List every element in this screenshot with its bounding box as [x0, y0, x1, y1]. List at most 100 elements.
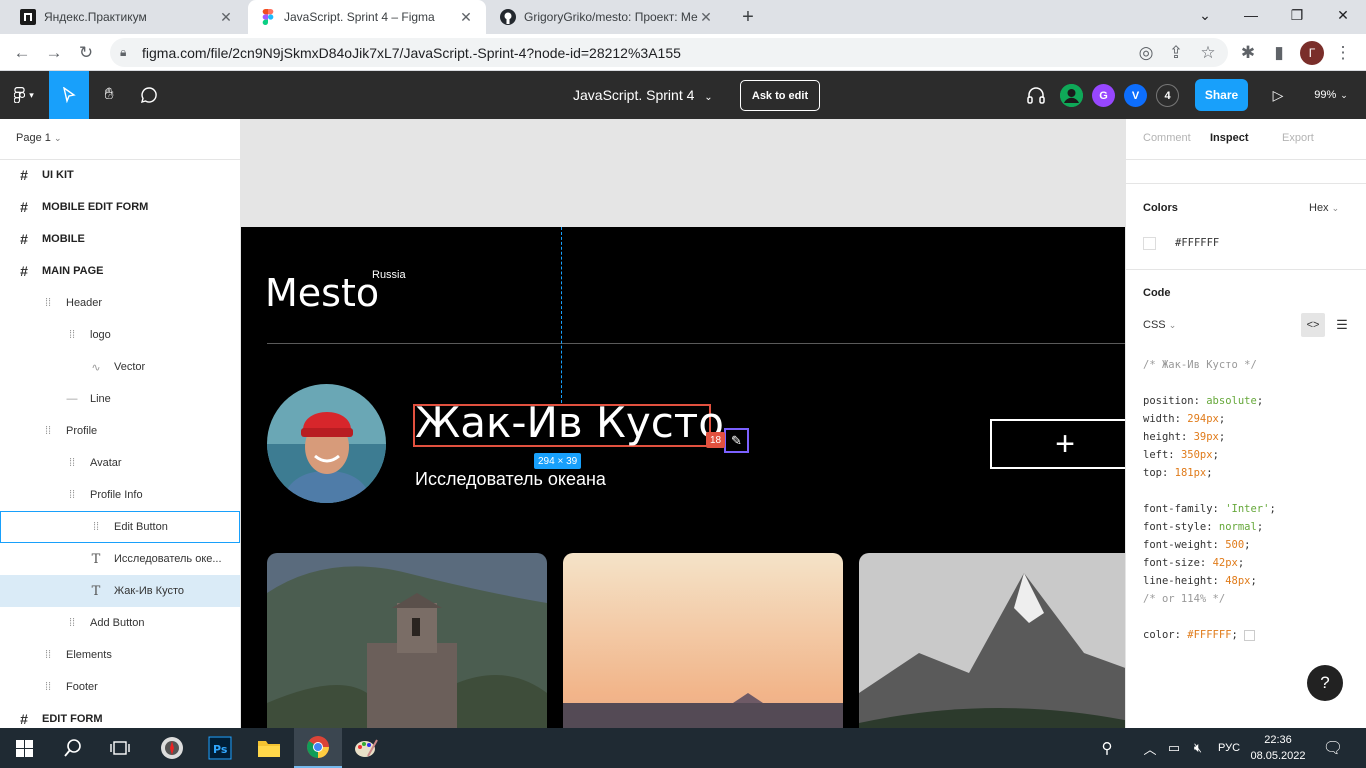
layer-row[interactable]: # UI KIT	[0, 159, 240, 191]
tab-inspect[interactable]: Inspect	[1210, 132, 1249, 144]
code-view-icon[interactable]: <>	[1301, 313, 1325, 337]
profile-about[interactable]: Исследователь океана	[415, 469, 606, 490]
eye-off-icon[interactable]: ◎	[1133, 40, 1159, 66]
sidebar-icon[interactable]: ▮	[1266, 40, 1292, 66]
paint-icon[interactable]	[342, 728, 390, 768]
yandex-browser-icon[interactable]	[148, 728, 196, 768]
css-property: width	[1143, 413, 1175, 425]
audio-headphones-icon[interactable]	[1022, 71, 1050, 119]
color-swatch	[1243, 629, 1255, 641]
card-image[interactable]	[859, 553, 1125, 728]
layer-row[interactable]: # MOBILE EDIT FORM	[0, 191, 240, 223]
ask-to-edit-button[interactable]: Ask to edit	[740, 80, 820, 111]
viewer-count-badge[interactable]: 4	[1156, 84, 1179, 107]
search-icon[interactable]	[48, 728, 96, 768]
people-icon[interactable]: ⚲	[1092, 728, 1122, 768]
present-play-icon[interactable]: ▷	[1264, 71, 1292, 119]
tab-export[interactable]: Export	[1282, 132, 1314, 144]
layer-row[interactable]: T Жак-Ив Кусто	[0, 575, 240, 607]
layer-row[interactable]: — Line	[0, 383, 240, 415]
close-icon[interactable]: ✕	[218, 9, 234, 26]
color-format-select[interactable]: Hex ⌄	[1309, 202, 1339, 214]
page-selector[interactable]: Page 1 ⌄	[16, 132, 61, 144]
close-window-button[interactable]: ✕	[1320, 0, 1366, 30]
document-title[interactable]: JavaScript. Sprint 4 ⌄	[573, 87, 713, 103]
edit-button[interactable]: ✎	[724, 428, 749, 453]
layer-row[interactable]: ⁞⁞ Edit Button	[0, 511, 240, 543]
code-language-select[interactable]: CSS ⌄	[1143, 319, 1176, 331]
mesto-logo[interactable]: Mesto	[265, 271, 379, 315]
system-clock[interactable]: 22:36 08.05.2022	[1250, 732, 1306, 764]
close-icon[interactable]: ✕	[458, 9, 474, 26]
bookmark-star-icon[interactable]: ☆	[1195, 40, 1221, 66]
back-icon[interactable]: ←	[9, 40, 35, 66]
layer-row[interactable]: # EDIT FORM	[0, 703, 240, 728]
url-field[interactable]: 🔒︎ figma.com/file/2cn9N9jSkmxD84oJik7xL7…	[110, 38, 1228, 67]
group-icon: ⁞⁞	[44, 681, 52, 693]
card-image[interactable]	[563, 553, 843, 728]
layer-row[interactable]: ⁞⁞ Profile	[0, 415, 240, 447]
layer-row[interactable]: ⁞⁞ Header	[0, 287, 240, 319]
reload-icon[interactable]: ↻	[73, 40, 99, 66]
share-page-icon[interactable]: ⇪	[1163, 40, 1189, 66]
new-tab-button[interactable]: +	[735, 4, 761, 30]
tab-comment[interactable]: Comment	[1143, 132, 1191, 144]
figma-canvas[interactable]: Mesto Russia Жак-Ив Кусто ✎ 18 Исследова…	[241, 119, 1125, 728]
battery-icon[interactable]: ▭	[1162, 728, 1186, 768]
photoshop-icon[interactable]: Ps	[196, 728, 244, 768]
list-view-icon[interactable]: ☰	[1330, 313, 1354, 337]
file-explorer-icon[interactable]	[245, 728, 293, 768]
profile-avatar-image[interactable]	[267, 384, 386, 503]
share-button[interactable]: Share	[1195, 79, 1248, 111]
layer-row[interactable]: ⁞⁞ Profile Info	[0, 479, 240, 511]
color-value[interactable]: #FFFFFF	[1175, 237, 1219, 249]
avatar[interactable]	[1060, 84, 1083, 107]
tab-figma[interactable]: JavaScript. Sprint 4 – Figma ✕	[248, 0, 486, 34]
forward-icon[interactable]: →	[41, 40, 67, 66]
layer-row[interactable]: ⁞⁞ Footer	[0, 671, 240, 703]
task-view-icon[interactable]	[96, 728, 144, 768]
tab-github[interactable]: GrigoryGriko/mesto: Проект: Ме ✕	[488, 0, 726, 34]
help-button[interactable]: ?	[1307, 665, 1343, 701]
layer-row[interactable]: ⁞⁞ logo	[0, 319, 240, 351]
figma-menu-icon[interactable]: ▾	[0, 71, 48, 119]
layer-row[interactable]: # MAIN PAGE	[0, 255, 240, 287]
layer-row[interactable]: ⁞⁞ Avatar	[0, 447, 240, 479]
profile-name[interactable]: Жак-Ив Кусто	[415, 399, 724, 447]
frame-icon: #	[20, 199, 28, 215]
menu-kebab-icon[interactable]: ⋮	[1330, 40, 1356, 66]
zoom-control[interactable]: 99% ⌄	[1306, 71, 1356, 119]
tab-title: Яндекс.Практикум	[44, 10, 147, 24]
volume-muted-icon[interactable]: 🔇︎	[1186, 728, 1210, 768]
add-button[interactable]: +	[990, 419, 1125, 469]
layer-label: MOBILE	[42, 233, 85, 245]
maximize-button[interactable]: ❐	[1274, 0, 1320, 30]
tab-practicum[interactable]: Яндекс.Практикум ✕	[8, 0, 246, 34]
avatar[interactable]: G	[1092, 84, 1115, 107]
frame-icon: #	[20, 263, 28, 279]
notifications-icon[interactable]: 🗨︎	[1312, 728, 1354, 768]
layer-row[interactable]: ∿ Vector	[0, 351, 240, 383]
layer-row[interactable]: T Исследователь оке...	[0, 543, 240, 575]
minimize-button[interactable]: —	[1228, 0, 1274, 30]
color-swatch[interactable]	[1143, 237, 1156, 250]
main-page-frame[interactable]: Mesto Russia Жак-Ив Кусто ✎ 18 Исследова…	[241, 227, 1125, 728]
extensions-icon[interactable]: ✱	[1235, 40, 1261, 66]
chrome-icon[interactable]	[294, 728, 342, 768]
move-tool-icon[interactable]	[49, 71, 89, 119]
hand-tool-icon[interactable]: ✋︎	[89, 71, 129, 119]
comment-tool-icon[interactable]	[129, 71, 169, 119]
profile-avatar[interactable]: Г	[1300, 41, 1324, 65]
chevron-up-icon[interactable]: ︿	[1138, 728, 1162, 768]
language-indicator[interactable]: РУС	[1212, 728, 1246, 768]
avatar[interactable]: V	[1124, 84, 1147, 107]
figma-icon	[260, 9, 276, 25]
tab-search-icon[interactable]: ⌄	[1182, 0, 1228, 30]
close-icon[interactable]: ✕	[698, 9, 714, 26]
card-image[interactable]	[267, 553, 547, 728]
tab-title: GrigoryGriko/mesto: Проект: Ме	[524, 10, 698, 24]
layer-row[interactable]: ⁞⁞ Elements	[0, 639, 240, 671]
layer-row[interactable]: ⁞⁞ Add Button	[0, 607, 240, 639]
windows-start-icon[interactable]	[0, 728, 48, 768]
layer-row[interactable]: # MOBILE	[0, 223, 240, 255]
